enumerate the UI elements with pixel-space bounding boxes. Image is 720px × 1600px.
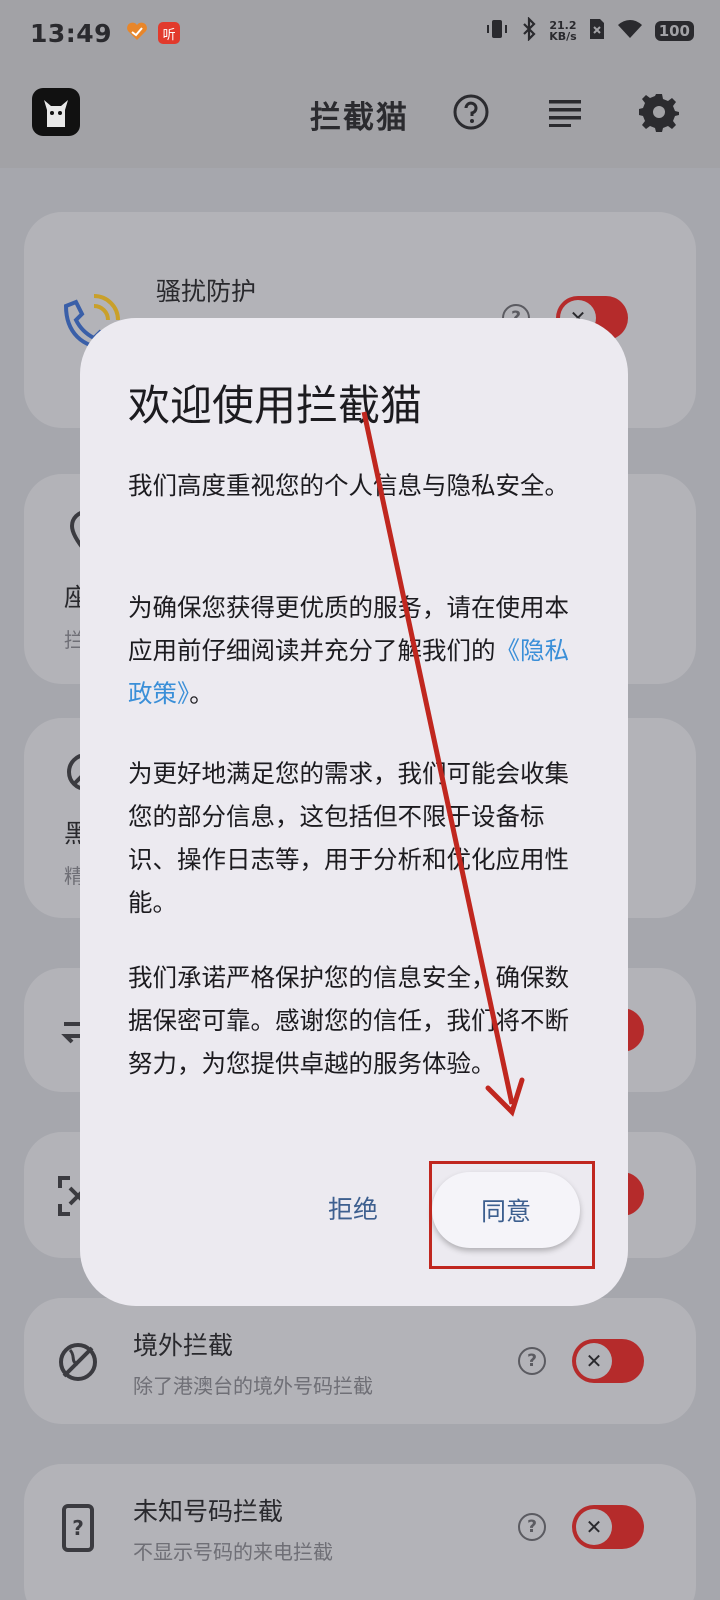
bluetooth-icon (521, 16, 537, 45)
unknown-number-toggle[interactable]: ✕ (572, 1505, 644, 1549)
app-logo[interactable] (32, 88, 80, 136)
app-title: 拦截猫 (310, 100, 409, 136)
card-title: 境外拦截 (133, 1331, 234, 1360)
reject-button[interactable]: 拒绝 (308, 1180, 398, 1236)
listen-app-icon: 听 (158, 22, 181, 44)
cat-logo-icon (44, 100, 68, 127)
dialog-paragraph-1: 我们高度重视您的个人信息与隐私安全。 (128, 471, 569, 500)
settings-button[interactable] (635, 88, 683, 136)
dialog-paragraph-2: 为确保您获得更优质的服务，请在使用本应用前仔细阅读并充分了解我们的《隐私政策》。 (128, 586, 580, 715)
listen-app-label: 听 (162, 27, 176, 43)
list-icon (549, 100, 581, 127)
help-icon[interactable]: ? (518, 1347, 546, 1375)
heart-app-icon (126, 21, 148, 45)
status-bar: 13:49 听 21.2 KB/s 100 (0, 0, 720, 66)
wifi-icon (617, 19, 643, 43)
privacy-dialog: 欢迎使用拦截猫 我们高度重视您的个人信息与隐私安全。 为确保您获得更优质的服务，… (80, 318, 628, 1306)
dialog-paragraph-4: 我们承诺严格保护您的信息安全，确保数据保密可靠。感谢您的信任，我们将不断努力，为… (128, 963, 569, 1078)
log-list-button[interactable] (541, 88, 589, 136)
toggle-knob: ✕ (576, 1343, 612, 1379)
help-icon[interactable]: ? (518, 1513, 546, 1541)
card-subtitle: 除了港澳台的境外号码拦截 (133, 1374, 373, 1398)
paragraph-2-end: 。 (189, 679, 214, 708)
card-overseas-block[interactable]: 境外拦截 除了港澳台的境外号码拦截 ? ✕ (24, 1298, 696, 1424)
toggle-knob: ✕ (576, 1509, 612, 1545)
card-unknown-number-block[interactable]: ? 未知号码拦截 不显示号码的来电拦截 ? ✕ (24, 1464, 696, 1600)
vibrate-icon (485, 18, 509, 44)
svg-text:?: ? (72, 1516, 84, 1540)
card-title: 骚扰防护 (156, 277, 257, 306)
overseas-block-toggle[interactable]: ✕ (572, 1339, 644, 1383)
dialog-title: 欢迎使用拦截猫 (128, 381, 423, 430)
network-speed: 21.2 KB/s (549, 20, 576, 42)
card-subtitle: 不显示号码的来电拦截 (133, 1540, 333, 1564)
gear-icon (639, 94, 679, 132)
annotation-highlight-box (429, 1161, 595, 1269)
network-speed-unit: KB/s (549, 30, 577, 43)
dialog-paragraph-3: 为更好地满足您的需求，我们可能会收集您的部分信息，这包括但不限于设备标识、操作日… (128, 759, 569, 917)
unknown-phone-icon: ? (54, 1504, 102, 1552)
help-circle-icon (453, 94, 489, 130)
status-time: 13:49 (30, 18, 113, 48)
battery-indicator: 100 (654, 21, 694, 41)
globe-block-icon (54, 1338, 102, 1386)
help-button[interactable] (447, 88, 495, 136)
card-title: 未知号码拦截 (133, 1497, 284, 1526)
app-bar: 拦截猫 (0, 66, 720, 168)
sim-disabled-icon (589, 18, 605, 44)
